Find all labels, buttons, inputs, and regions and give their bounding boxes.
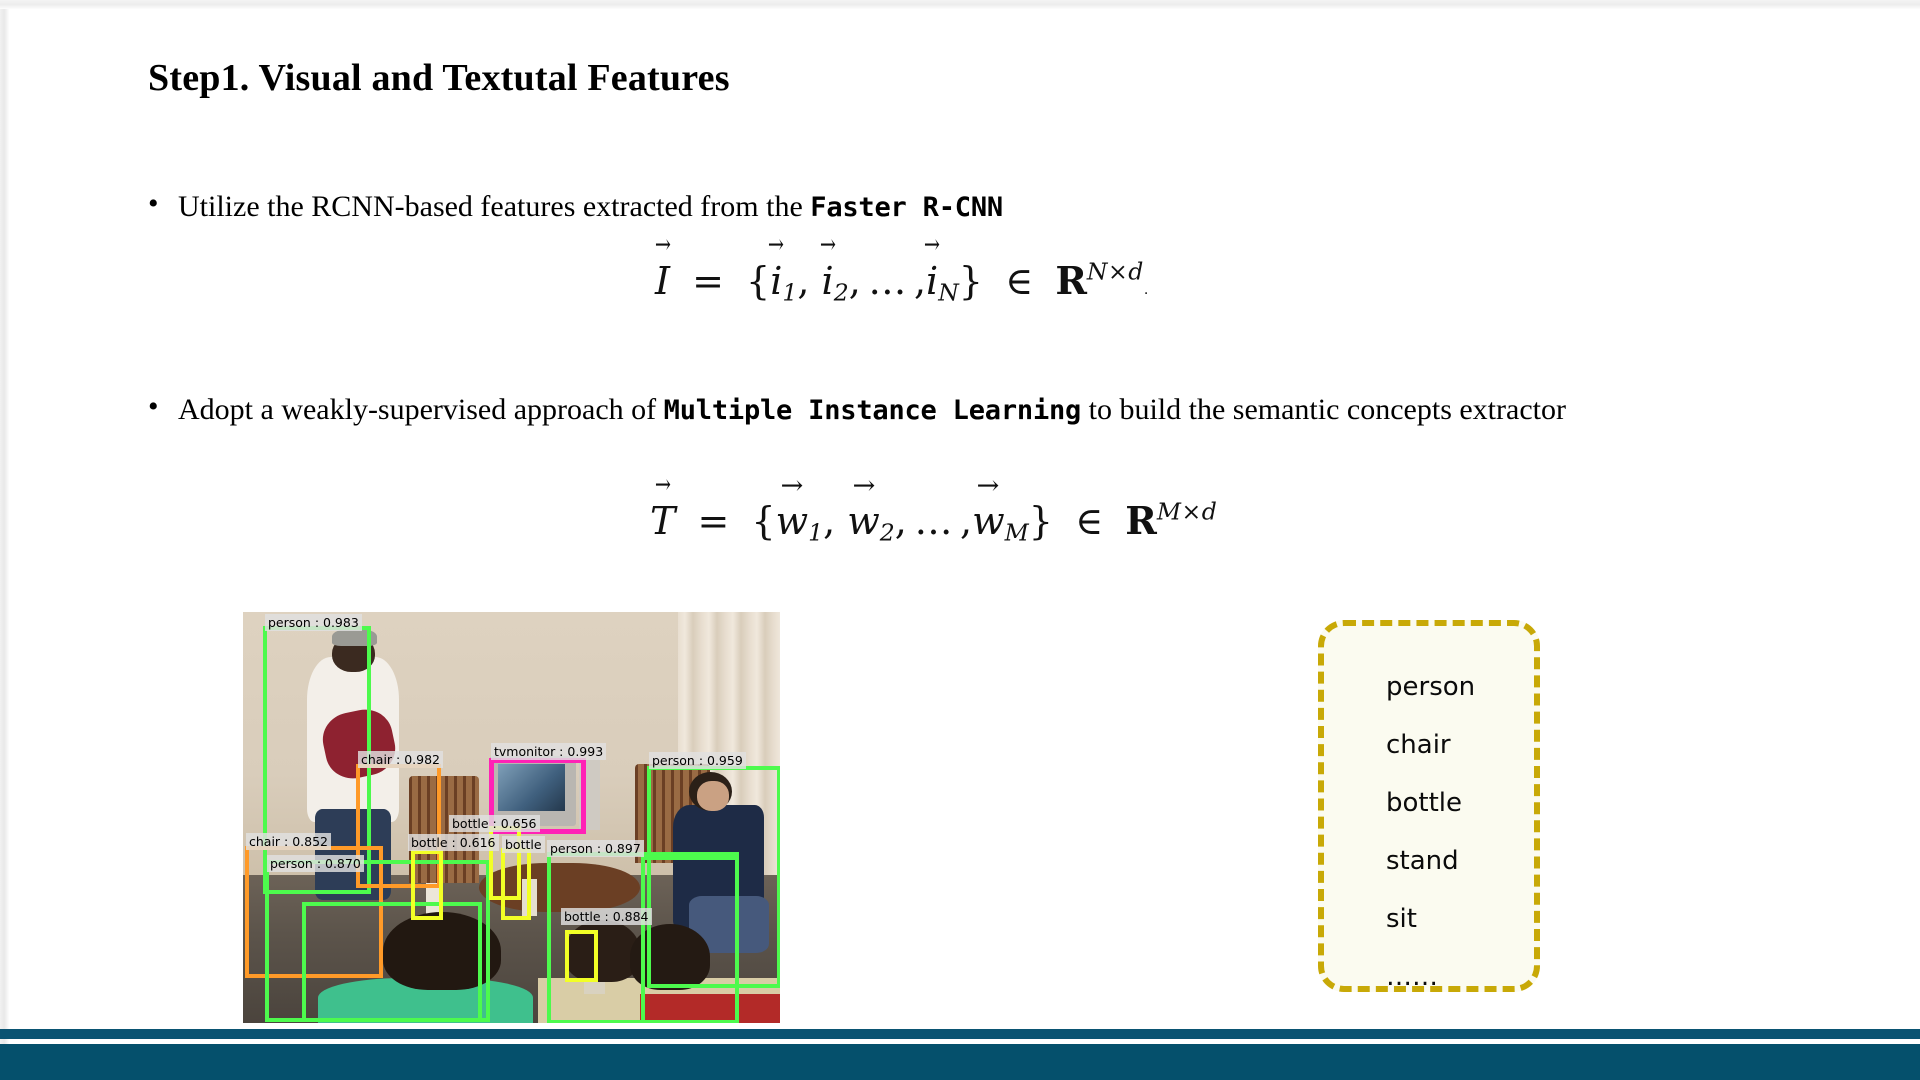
formula-2-ellipsis: , … , bbox=[894, 499, 973, 543]
detection-box-person-870-inner bbox=[302, 902, 482, 1022]
formula-2-sub-3: M bbox=[1004, 518, 1029, 547]
formula-1-item-1: i bbox=[770, 257, 782, 303]
object-detection-image: person : 0.983 chair : 0.982 tvmonitor :… bbox=[243, 612, 780, 1023]
slide-top-edge bbox=[0, 0, 1920, 9]
detection-label-chair-852: chair : 0.852 bbox=[246, 833, 332, 850]
detection-label-chair-982: chair : 0.982 bbox=[358, 751, 444, 768]
bullet-item-1: • Utilize the RCNN-based features extrac… bbox=[148, 182, 1548, 232]
slide-canvas: Step1. Visual and Textutal Features • Ut… bbox=[0, 0, 1920, 1080]
formula-1-space-symbol: R bbox=[1055, 258, 1087, 303]
formula-1-member-symbol: ∈ bbox=[1005, 259, 1034, 303]
bullet-2-emphasis: Multiple Instance Learning bbox=[663, 395, 1082, 426]
formula-image-features: I = {i1, i2, … ,iN} ∈ RN×d. bbox=[655, 257, 1149, 307]
formula-1-sub-2: 2 bbox=[833, 278, 849, 307]
footer-thick-bar bbox=[0, 1044, 1920, 1080]
detection-label-bottle-616: bottle : 0.616 bbox=[408, 834, 499, 851]
detection-label-bottle-884: bottle : 0.884 bbox=[561, 908, 652, 925]
formula-1-equals: = bbox=[692, 259, 724, 303]
bullet-1-text-before: Utilize the RCNN-based features extracte… bbox=[178, 190, 811, 223]
detection-label-person-897: person : 0.897 bbox=[547, 840, 644, 857]
detection-box-bottle-616 bbox=[411, 850, 443, 920]
formula-1-item-2: i bbox=[822, 257, 834, 303]
concept-item-person: person bbox=[1386, 672, 1476, 702]
detection-label-tvmonitor-993: tvmonitor : 0.993 bbox=[491, 743, 607, 760]
concept-item-stand: stand bbox=[1386, 846, 1459, 876]
formula-2-exponent: M×d bbox=[1156, 497, 1218, 526]
footer-thin-bar bbox=[0, 1029, 1920, 1039]
formula-1-trailing-mark: . bbox=[1143, 282, 1149, 298]
formula-1-exponent: N×d bbox=[1086, 257, 1144, 286]
formula-2-equals: = bbox=[697, 499, 730, 543]
semantic-concepts-list: person chair bottle stand sit …… bbox=[1386, 658, 1475, 1006]
bullet-item-2: • Adopt a weakly-supervised approach of … bbox=[148, 385, 1668, 435]
bullet-text-1: Utilize the RCNN-based features extracte… bbox=[178, 182, 1003, 232]
formula-2-sub-1: 1 bbox=[808, 518, 824, 547]
formula-2-item-3: w bbox=[972, 497, 1005, 543]
concept-item-sit: sit bbox=[1386, 904, 1417, 934]
formula-1-sub-1: 1 bbox=[782, 278, 798, 307]
formula-2-open-brace: { bbox=[751, 499, 776, 543]
formula-1-open-brace: { bbox=[746, 259, 771, 303]
detection-box-bottle-884 bbox=[565, 930, 598, 982]
formula-2-space-symbol: R bbox=[1125, 498, 1157, 543]
bullet-marker: • bbox=[148, 187, 159, 220]
bullet-2-text-before: Adopt a weakly-supervised approach of bbox=[178, 393, 664, 426]
formula-2-item-2: w bbox=[847, 497, 880, 543]
concept-item-bottle: bottle bbox=[1386, 788, 1463, 818]
detection-label-bottle-656: bottle : 0.656 bbox=[449, 815, 540, 832]
detection-label-bottle-plain: bottle bbox=[502, 836, 545, 853]
semantic-concepts-box: person chair bottle stand sit …… bbox=[1318, 620, 1540, 992]
formula-1-lhs: I bbox=[655, 257, 670, 303]
bullet-1-emphasis: Faster R-CNN bbox=[810, 192, 1003, 223]
detection-box-person-897-inner bbox=[641, 856, 739, 1023]
formula-2-member-symbol: ∈ bbox=[1075, 499, 1104, 543]
bullet-text-2: Adopt a weakly-supervised approach of Mu… bbox=[178, 385, 1566, 435]
slide-left-edge bbox=[0, 0, 9, 1080]
page-title: Step1. Visual and Textutal Features bbox=[148, 57, 730, 99]
formula-text-features: T = {w1, w2, … ,wM} ∈ RM×d bbox=[650, 497, 1218, 547]
bullet-2-text-after: to build the semantic concepts extractor bbox=[1081, 393, 1566, 426]
formula-1-close-brace: } bbox=[958, 259, 983, 303]
formula-2-sub-2: 2 bbox=[879, 518, 895, 547]
bullet-marker: • bbox=[148, 390, 159, 423]
detection-label-person-870: person : 0.870 bbox=[267, 855, 364, 872]
detection-label-person-983: person : 0.983 bbox=[265, 614, 362, 631]
concept-item-ellipsis: …… bbox=[1386, 962, 1438, 992]
formula-2-close-brace: } bbox=[1028, 499, 1053, 543]
detection-label-person-959: person : 0.959 bbox=[649, 752, 746, 769]
concept-item-chair: chair bbox=[1386, 730, 1451, 760]
formula-1-sub-3: N bbox=[938, 278, 959, 307]
formula-2-item-1: w bbox=[776, 497, 809, 543]
detection-box-bottle-plain bbox=[501, 848, 531, 920]
formula-2-lhs: T bbox=[650, 497, 675, 543]
formula-1-item-3: i bbox=[926, 257, 938, 303]
formula-1-ellipsis: , … , bbox=[848, 259, 927, 303]
